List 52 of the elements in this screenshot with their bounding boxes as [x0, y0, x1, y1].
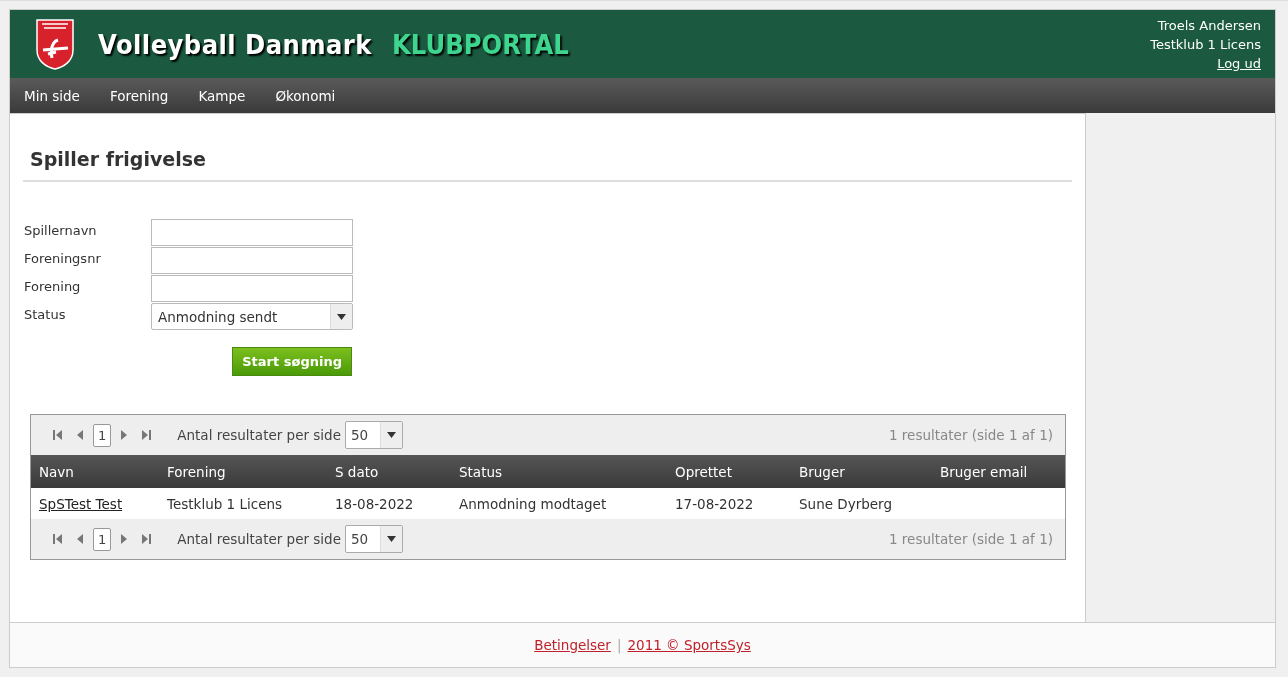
previous-page-icon[interactable]	[75, 429, 85, 441]
per-page-label: Antal resultater per side	[177, 427, 341, 443]
logout-link[interactable]: Log ud	[1217, 55, 1261, 71]
site-title: Volleyball Danmark	[98, 28, 372, 60]
table-cell-text: 17-08-2022	[675, 495, 755, 512]
last-page-icon[interactable]	[141, 533, 152, 545]
previous-page-icon[interactable]	[75, 533, 85, 545]
shield-logo	[34, 18, 76, 70]
caret-icon	[337, 313, 346, 320]
results-summary: 1 resultater (side 1 af 1)	[888, 427, 1053, 443]
footer-link[interactable]: 2011 © SportsSys	[627, 637, 751, 653]
field-label: Forening	[24, 278, 82, 294]
first-page-icon[interactable]	[53, 533, 63, 545]
user-name: Troels Andersen	[1157, 17, 1261, 33]
column-header: Bruger	[799, 463, 846, 480]
page-number[interactable]: 1	[93, 527, 112, 551]
column-header: Forening	[167, 463, 227, 480]
column-header: S dato	[335, 463, 380, 480]
per-page-select[interactable]: 50	[344, 525, 403, 553]
caret-icon	[386, 536, 396, 542]
per-page-label: Antal resultater per side	[177, 531, 341, 547]
footer-separator: |	[616, 637, 622, 653]
column-header: Oprettet	[675, 463, 733, 480]
column-header: Bruger email	[940, 463, 1029, 480]
player-link[interactable]: SpSTest Test	[39, 496, 123, 512]
nav-item[interactable]: Kampe	[188, 87, 256, 104]
table-cell-text: Anmodning modtaget	[459, 495, 608, 512]
table-cell-text: Sune Dyrberg	[799, 495, 893, 512]
caret-icon	[386, 432, 396, 438]
nav-item[interactable]: Økonomi	[265, 87, 346, 104]
input-field[interactable]	[151, 219, 353, 246]
status-select[interactable]: Anmodning sendt	[151, 303, 353, 330]
field-label: Foreningsnr	[24, 250, 102, 266]
field-label: Spillernavn	[24, 222, 98, 238]
footer-link[interactable]: Betingelser	[534, 637, 611, 653]
results-summary: 1 resultater (side 1 af 1)	[888, 531, 1053, 547]
input-field[interactable]	[151, 247, 353, 274]
field-label: Status	[24, 306, 67, 322]
column-header: Navn	[39, 463, 75, 480]
nav-item[interactable]: Forening	[99, 87, 179, 104]
portal-title: KLUBPORTAL	[392, 28, 570, 60]
club-name: Testklub 1 Licens	[1150, 36, 1261, 52]
last-page-icon[interactable]	[141, 429, 152, 441]
page-number[interactable]: 1	[93, 423, 112, 447]
page-title: Spiller frigivelse	[23, 148, 1072, 182]
first-page-icon[interactable]	[53, 429, 63, 441]
input-field[interactable]	[151, 275, 353, 302]
column-header: Status	[459, 463, 504, 480]
per-page-select[interactable]: 50	[344, 421, 403, 449]
nav-item[interactable]: Min side	[14, 87, 90, 104]
table-cell-text: 18-08-2022	[335, 495, 415, 512]
table-cell-text: Testklub 1 Licens	[167, 495, 284, 512]
